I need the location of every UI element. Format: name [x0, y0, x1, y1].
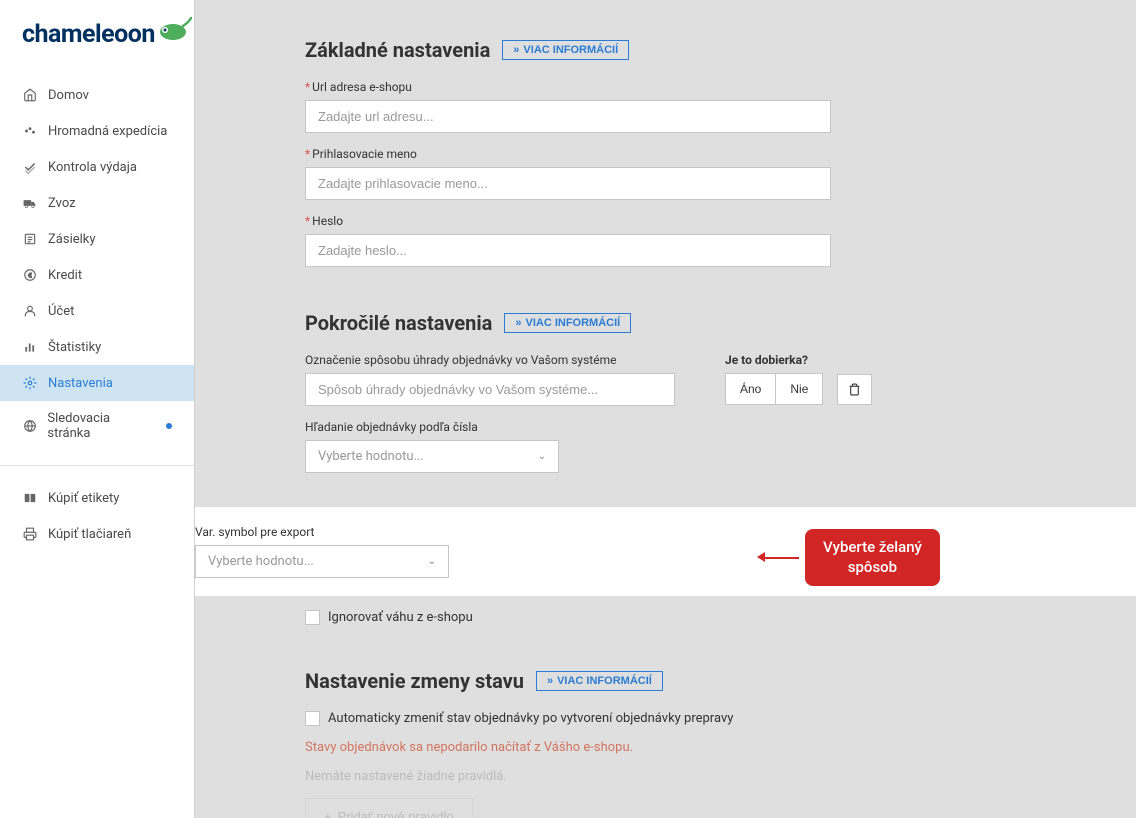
- labels-icon: [22, 490, 38, 506]
- url-input[interactable]: [305, 100, 831, 133]
- sidebar-item-shipments[interactable]: Zásielky: [0, 221, 194, 257]
- sidebar-item-label: Kúpiť tlačiareň: [48, 527, 131, 542]
- var-symbol-label: Var. symbol pre export: [195, 525, 1136, 539]
- notification-dot: [166, 423, 172, 429]
- chevron-down-icon: ⌄: [428, 556, 436, 567]
- printer-icon: [22, 526, 38, 542]
- plus-icon: +: [324, 809, 332, 818]
- user-icon: [22, 303, 38, 319]
- nav-secondary: Kúpiť etikety Kúpiť tlačiareň: [0, 472, 194, 560]
- sidebar-item-label: Nastavenia: [48, 376, 113, 391]
- url-label: *Url adresa e-shopu: [305, 80, 1116, 94]
- sidebar-item-label: Účet: [48, 304, 74, 319]
- more-info-label: VIAC INFORMÁCIÍ: [523, 44, 618, 56]
- highlighted-section: Var. symbol pre export Vyberte hodnotu..…: [195, 507, 1136, 596]
- dashboard-icon: [22, 123, 38, 139]
- add-rule-label: Pridať nové pravidlo: [338, 809, 454, 818]
- order-search-select[interactable]: Vyberte hodnotu... ⌄: [305, 440, 559, 473]
- cod-yes-button[interactable]: Áno: [725, 373, 776, 405]
- chameleon-icon: [153, 14, 193, 44]
- select-placeholder: Vyberte hodnotu...: [318, 449, 424, 464]
- cod-no-button[interactable]: Nie: [775, 373, 823, 405]
- logo-text: chameleoon: [22, 20, 155, 49]
- payment-label: Označenie spôsobu úhrady objednávky vo V…: [305, 353, 675, 367]
- chevron-down-icon: ⌄: [538, 451, 546, 462]
- gear-icon: [22, 375, 38, 391]
- more-info-advanced-button[interactable]: » VIAC INFORMÁCIÍ: [504, 313, 631, 333]
- order-search-label: Hľadanie objednávky podľa čísla: [305, 420, 1116, 434]
- var-symbol-select[interactable]: Vyberte hodnotu... ⌄: [195, 545, 449, 578]
- chevron-right-icon: »: [515, 317, 521, 329]
- sidebar-item-pickup[interactable]: Zvoz: [0, 185, 194, 221]
- sidebar-item-bulk-shipping[interactable]: Hromadná expedícia: [0, 113, 194, 149]
- password-input[interactable]: [305, 234, 831, 267]
- nav-primary: Domov Hromadná expedícia Kontrola výdaja…: [0, 69, 194, 459]
- section-title-advanced: Pokročilé nastavenia » VIAC INFORMÁCIÍ: [305, 311, 1116, 335]
- ignore-weight-label: Ignorovať váhu z e-shopu: [328, 610, 473, 625]
- add-rule-button: + Pridať nové pravidlo: [305, 798, 473, 818]
- section-title-status: Nastavenie zmeny stavu » VIAC INFORMÁCIÍ: [305, 669, 1116, 693]
- sidebar-item-dispatch-check[interactable]: Kontrola výdaja: [0, 149, 194, 185]
- sidebar-item-credit[interactable]: € Kredit: [0, 257, 194, 293]
- chevron-right-icon: »: [513, 44, 519, 56]
- login-input[interactable]: [305, 167, 831, 200]
- sidebar-item-buy-printer[interactable]: Kúpiť tlačiareň: [0, 516, 194, 552]
- cod-label: Je to dobierka?: [725, 353, 872, 367]
- no-rules-text: Nemáte nastavené žiadne pravidlá.: [305, 769, 1116, 784]
- logo-area: chameleoon: [0, 0, 194, 69]
- trash-icon: [848, 383, 861, 396]
- sidebar-item-label: Štatistiky: [48, 340, 101, 355]
- truck-icon: [22, 195, 38, 211]
- sidebar-item-label: Kontrola výdaja: [48, 160, 137, 175]
- chevron-right-icon: »: [547, 675, 553, 687]
- sidebar-item-label: Hromadná expedícia: [48, 124, 167, 139]
- sidebar-item-label: Zásielky: [48, 232, 96, 247]
- sidebar-item-account[interactable]: Účet: [0, 293, 194, 329]
- sidebar-item-label: Domov: [48, 88, 89, 103]
- payment-input[interactable]: [305, 373, 675, 406]
- callout-tooltip: Vyberte želaný spôsob: [805, 529, 940, 586]
- sidebar-item-label: Zvoz: [48, 196, 76, 211]
- password-label: *Heslo: [305, 214, 1116, 228]
- sidebar-item-label: Sledovacia stránka: [47, 411, 152, 441]
- more-info-status-button[interactable]: » VIAC INFORMÁCIÍ: [536, 671, 663, 691]
- heading-advanced: Pokročilé nastavenia: [305, 311, 492, 335]
- more-info-label: VIAC INFORMÁCIÍ: [557, 675, 652, 687]
- more-info-basic-button[interactable]: » VIAC INFORMÁCIÍ: [502, 40, 629, 60]
- chart-icon: [22, 339, 38, 355]
- callout-line2: spôsob: [848, 558, 897, 576]
- check-icon: [22, 159, 38, 175]
- auto-change-checkbox[interactable]: [305, 711, 320, 726]
- sidebar-item-tracking-page[interactable]: Sledovacia stránka: [0, 401, 194, 451]
- list-icon: [22, 231, 38, 247]
- sidebar-item-label: Kúpiť etikety: [48, 491, 119, 506]
- cod-radio-group: Áno Nie: [725, 373, 872, 405]
- heading-basic: Základné nastavenia: [305, 38, 490, 62]
- callout-line1: Vyberte želaný: [823, 538, 922, 556]
- login-label: *Prihlasovacie meno: [305, 147, 1116, 161]
- euro-icon: €: [22, 267, 38, 283]
- ignore-weight-checkbox[interactable]: [305, 610, 320, 625]
- sidebar-item-statistics[interactable]: Štatistiky: [0, 329, 194, 365]
- main-content: Základné nastavenia » VIAC INFORMÁCIÍ *U…: [195, 0, 1136, 818]
- logo[interactable]: chameleoon: [22, 20, 172, 49]
- sidebar-item-home[interactable]: Domov: [0, 77, 194, 113]
- sidebar-item-label: Kredit: [48, 268, 82, 283]
- auto-change-label: Automaticky zmeniť stav objednávky po vy…: [328, 711, 733, 726]
- svg-text:€: €: [28, 271, 32, 279]
- sidebar-item-settings[interactable]: Nastavenia: [0, 365, 194, 401]
- home-icon: [22, 87, 38, 103]
- section-title-basic: Základné nastavenia » VIAC INFORMÁCIÍ: [305, 38, 1116, 62]
- select-placeholder: Vyberte hodnotu...: [208, 554, 314, 569]
- status-error-text: Stavy objednávok sa nepodarilo načítať z…: [305, 740, 1116, 755]
- sidebar: chameleoon Domov: [0, 0, 195, 818]
- more-info-label: VIAC INFORMÁCIÍ: [525, 317, 620, 329]
- nav-divider: [0, 465, 194, 466]
- sidebar-item-buy-labels[interactable]: Kúpiť etikety: [0, 480, 194, 516]
- globe-icon: [22, 418, 37, 434]
- cod-delete-button[interactable]: [837, 374, 872, 405]
- heading-status: Nastavenie zmeny stavu: [305, 669, 524, 693]
